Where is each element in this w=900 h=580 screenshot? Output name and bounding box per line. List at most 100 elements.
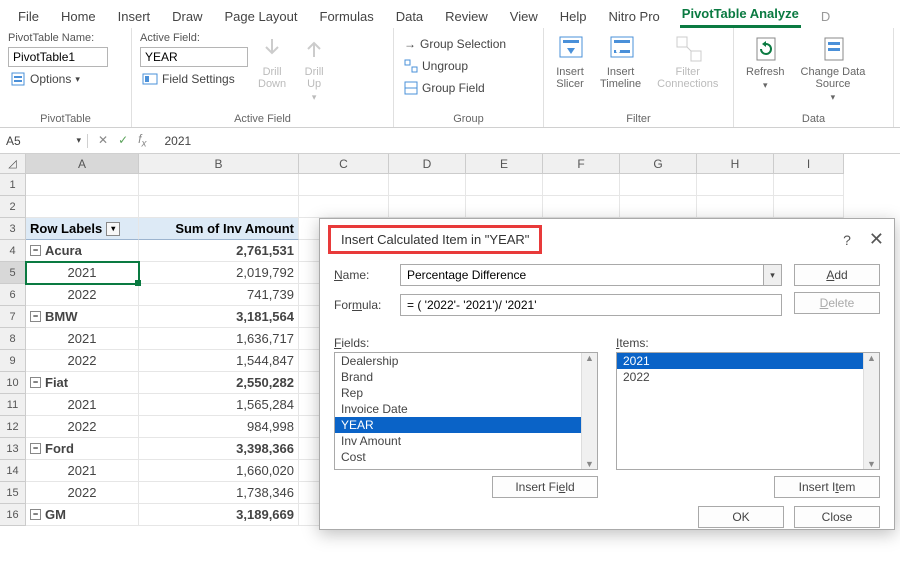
- cell[interactable]: 3,181,564: [139, 306, 299, 328]
- cell[interactable]: −GM: [26, 504, 139, 526]
- tab-pivottable-analyze[interactable]: PivotTable Analyze: [680, 4, 801, 28]
- cell[interactable]: [389, 196, 466, 218]
- list-item[interactable]: 2022: [617, 369, 879, 385]
- tab-insert[interactable]: Insert: [116, 7, 153, 28]
- collapse-icon[interactable]: −: [30, 443, 41, 454]
- row-header-9[interactable]: 9: [0, 350, 26, 372]
- cell[interactable]: 1,738,346: [139, 482, 299, 504]
- cell[interactable]: [466, 196, 543, 218]
- row-header-12[interactable]: 12: [0, 416, 26, 438]
- tab-formulas[interactable]: Formulas: [318, 7, 376, 28]
- cell[interactable]: [139, 174, 299, 196]
- cell[interactable]: 1,544,847: [139, 350, 299, 372]
- cell[interactable]: [389, 174, 466, 196]
- cell[interactable]: 2021: [26, 460, 139, 482]
- list-item[interactable]: Invoice Date: [335, 401, 597, 417]
- collapse-icon[interactable]: −: [30, 377, 41, 388]
- list-item[interactable]: 2021: [617, 353, 879, 369]
- cell[interactable]: [139, 196, 299, 218]
- cell[interactable]: 2021: [26, 262, 139, 284]
- list-item[interactable]: Rep: [335, 385, 597, 401]
- col-header-F[interactable]: F: [543, 154, 620, 174]
- filter-dropdown-icon[interactable]: ▾: [106, 222, 120, 236]
- insert-item-button[interactable]: Insert Item: [774, 476, 880, 498]
- tab-help[interactable]: Help: [558, 7, 589, 28]
- col-header-G[interactable]: G: [620, 154, 697, 174]
- fx-icon[interactable]: fx: [138, 132, 146, 149]
- cell[interactable]: [299, 174, 389, 196]
- cell[interactable]: −Fiat: [26, 372, 139, 394]
- cell[interactable]: 3,189,669: [139, 504, 299, 526]
- cell[interactable]: Sum of Inv Amount: [139, 218, 299, 240]
- options-button[interactable]: Options ▾: [8, 70, 108, 88]
- list-item[interactable]: Inv Amount: [335, 433, 597, 449]
- tab-home[interactable]: Home: [59, 7, 98, 28]
- tab-page-layout[interactable]: Page Layout: [223, 7, 300, 28]
- cell[interactable]: 2,019,792: [139, 262, 299, 284]
- insert-timeline-button[interactable]: Insert Timeline: [596, 32, 645, 113]
- cell[interactable]: 2021: [26, 394, 139, 416]
- row-header-13[interactable]: 13: [0, 438, 26, 460]
- cell[interactable]: [697, 174, 774, 196]
- col-header-A[interactable]: A: [26, 154, 139, 174]
- cell[interactable]: 3,398,366: [139, 438, 299, 460]
- add-button[interactable]: Add: [794, 264, 880, 286]
- cell[interactable]: [299, 196, 389, 218]
- cell[interactable]: [620, 196, 697, 218]
- ungroup-button[interactable]: Ungroup: [402, 58, 508, 74]
- list-item[interactable]: YEAR: [335, 417, 597, 433]
- tab-view[interactable]: View: [508, 7, 540, 28]
- insert-slicer-button[interactable]: Insert Slicer: [552, 32, 588, 113]
- name-box[interactable]: A5 ▾: [0, 134, 88, 148]
- active-field-input[interactable]: [140, 47, 248, 67]
- chevron-down-icon[interactable]: ▾: [76, 135, 81, 146]
- select-all-corner[interactable]: ◿: [0, 154, 26, 174]
- close-icon[interactable]: ✕: [869, 229, 884, 250]
- col-header-B[interactable]: B: [139, 154, 299, 174]
- row-header-6[interactable]: 6: [0, 284, 26, 306]
- row-header-14[interactable]: 14: [0, 460, 26, 482]
- col-header-C[interactable]: C: [299, 154, 389, 174]
- cell[interactable]: [774, 174, 844, 196]
- cell[interactable]: 1,636,717: [139, 328, 299, 350]
- list-item[interactable]: Brand: [335, 369, 597, 385]
- change-data-source-button[interactable]: Change Data Source ▾: [797, 32, 870, 113]
- cell[interactable]: [26, 174, 139, 196]
- row-header-3[interactable]: 3: [0, 218, 26, 240]
- row-header-4[interactable]: 4: [0, 240, 26, 262]
- row-header-11[interactable]: 11: [0, 394, 26, 416]
- row-header-16[interactable]: 16: [0, 504, 26, 526]
- cell[interactable]: 2021: [26, 328, 139, 350]
- col-header-E[interactable]: E: [466, 154, 543, 174]
- enter-icon[interactable]: ✓: [118, 133, 128, 147]
- cell[interactable]: 2022: [26, 482, 139, 504]
- row-header-7[interactable]: 7: [0, 306, 26, 328]
- delete-button[interactable]: Delete: [794, 292, 880, 314]
- name-input[interactable]: [400, 264, 764, 286]
- close-button[interactable]: Close: [794, 506, 880, 528]
- row-header-15[interactable]: 15: [0, 482, 26, 504]
- row-header-5[interactable]: 5: [0, 262, 26, 284]
- formula-input[interactable]: [400, 294, 782, 316]
- cell[interactable]: [543, 196, 620, 218]
- collapse-icon[interactable]: −: [30, 509, 41, 520]
- cell[interactable]: [466, 174, 543, 196]
- cell[interactable]: 1,565,284: [139, 394, 299, 416]
- group-field-button[interactable]: Group Field: [402, 80, 508, 96]
- fields-listbox[interactable]: DealershipBrandRepInvoice DateYEARInv Am…: [334, 352, 598, 470]
- col-header-D[interactable]: D: [389, 154, 466, 174]
- col-header-I[interactable]: I: [774, 154, 844, 174]
- tab-draw[interactable]: Draw: [170, 7, 204, 28]
- row-header-1[interactable]: 1: [0, 174, 26, 196]
- cancel-icon[interactable]: ✕: [98, 133, 108, 147]
- cell[interactable]: 2022: [26, 284, 139, 306]
- tab-cutoff[interactable]: D: [819, 7, 832, 28]
- cell[interactable]: [26, 196, 139, 218]
- cell[interactable]: [774, 196, 844, 218]
- cell[interactable]: 1,660,020: [139, 460, 299, 482]
- pivottable-name-input[interactable]: [8, 47, 108, 67]
- cell[interactable]: [543, 174, 620, 196]
- formula-bar-value[interactable]: 2021: [156, 134, 199, 148]
- field-settings-button[interactable]: Field Settings: [140, 70, 248, 88]
- cell[interactable]: 2,550,282: [139, 372, 299, 394]
